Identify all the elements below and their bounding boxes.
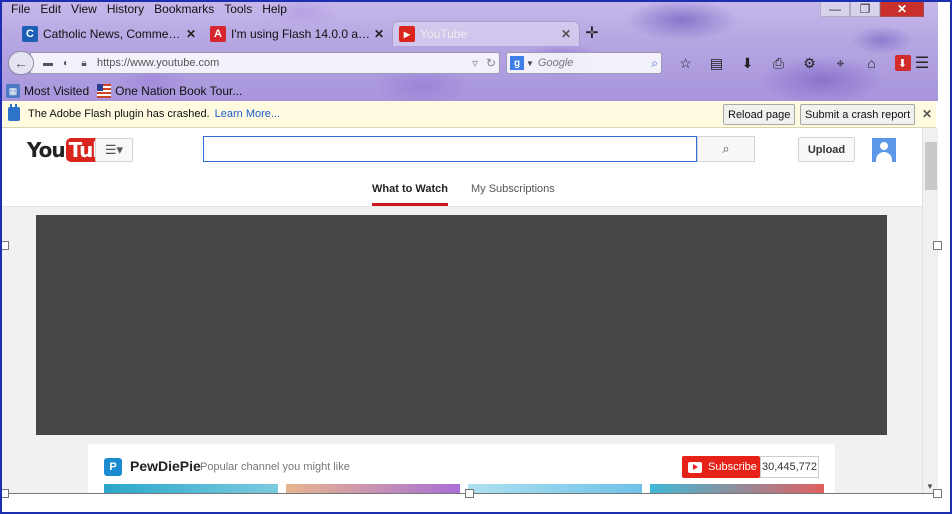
print-icon[interactable]: ⎙ (763, 52, 794, 74)
youtube-tabs: What to Watch My Subscriptions (2, 172, 922, 207)
menu-view[interactable]: View (66, 1, 102, 17)
search-icon: ⌕ (722, 141, 730, 156)
menu-tools[interactable]: Tools (219, 1, 257, 17)
download-icon[interactable]: ⬇ (732, 52, 763, 74)
channel-subtitle: Popular channel you might like (200, 461, 350, 473)
tab-title: Catholic News, Commentary... (43, 26, 184, 41)
close-window-button[interactable]: ✕ (880, 0, 924, 17)
avatar[interactable] (872, 138, 896, 162)
menu-bar: File Edit View History Bookmarks Tools H… (6, 1, 292, 17)
scroll-thumb[interactable] (925, 142, 937, 190)
youtube-page: You Tube ☰▾ ⌕ Upload What to Watch My Su… (2, 128, 922, 494)
youtube-header: You Tube ☰▾ ⌕ Upload (2, 128, 922, 172)
bookmark-label: One Nation Book Tour... (115, 84, 243, 98)
back-arrow-icon: ← (14, 55, 28, 71)
reading-list-icon[interactable]: ▤ (701, 52, 732, 74)
resize-handle[interactable] (465, 489, 474, 498)
window-controls: — ❐ ✕ (820, 0, 924, 17)
notification-message: The Adobe Flash plugin has crashed. (28, 108, 210, 120)
crosshair-icon[interactable]: ⌖ (825, 52, 856, 74)
channel-name[interactable]: PewDiePie (130, 458, 201, 474)
menu-bookmarks[interactable]: Bookmarks (149, 1, 219, 17)
submit-crash-report-button[interactable]: Submit a crash report (800, 104, 916, 125)
menu-file[interactable]: File (6, 1, 35, 17)
resize-handle[interactable] (933, 489, 942, 498)
youtube-search-button[interactable]: ⌕ (697, 136, 755, 162)
reload-icon[interactable]: ↻ (483, 56, 499, 70)
video-player-crashed[interactable] (36, 215, 887, 435)
tab-catholic-news[interactable]: C Catholic News, Commentary... ✕ (16, 21, 204, 46)
maximize-button[interactable]: ❐ (850, 0, 880, 17)
close-icon[interactable]: ✕ (922, 107, 932, 121)
reload-page-button[interactable]: Reload page (723, 104, 796, 125)
tab-strip: C Catholic News, Commentary... ✕ A I'm u… (16, 21, 604, 46)
plugin-icon (8, 104, 20, 121)
menu-help[interactable]: Help (257, 1, 292, 17)
hamburger-menu-icon[interactable]: ☰ (910, 52, 934, 74)
us-flag-icon (97, 84, 112, 98)
close-tab-icon[interactable]: ✕ (559, 27, 573, 41)
chevron-down-icon[interactable]: ▼ (526, 59, 534, 68)
search-magnifier-icon[interactable]: ⌕ (651, 56, 658, 71)
folder-icon[interactable]: ▬ (41, 57, 55, 69)
bookmarks-bar: ▦ Most Visited One Nation Book Tour... (6, 82, 242, 100)
tab-flash-help[interactable]: A I'm using Flash 14.0.0 and ... ✕ (204, 21, 392, 46)
youtube-play-icon (688, 461, 702, 473)
tab-title: I'm using Flash 14.0.0 and ... (231, 26, 372, 41)
navigation-bar: ▬ ◐ 🔒︎ https://www.youtube.com ▿ ↻ ← g ▼… (6, 50, 936, 76)
url-bar[interactable]: ▬ ◐ 🔒︎ https://www.youtube.com ▿ ↻ (30, 52, 500, 74)
minimize-button[interactable]: — (820, 0, 850, 17)
page-scrollbar[interactable]: ▼ (922, 128, 938, 494)
catholic-news-favicon-icon: C (22, 25, 38, 42)
back-button[interactable]: ← (8, 51, 34, 75)
adobe-favicon-icon: A (210, 25, 226, 42)
youtube-search-input[interactable] (203, 136, 697, 162)
logo-you: You (27, 138, 66, 162)
close-tab-icon[interactable]: ✕ (184, 27, 198, 41)
google-search-engine-icon[interactable]: g (510, 56, 524, 70)
url-text[interactable]: https://www.youtube.com (97, 57, 467, 69)
lock-icon[interactable]: 🔒︎ (77, 57, 91, 69)
bookmark-label: Most Visited (24, 84, 90, 98)
resize-handle[interactable] (0, 241, 9, 250)
toolbar-icons: ☆ ▤ ⬇ ⎙ ⚙ ⌖ ⌂ ⬇ (670, 52, 918, 74)
bookmark-most-visited[interactable]: ▦ Most Visited (6, 82, 89, 100)
search-input[interactable]: Google (538, 57, 651, 69)
channel-avatar-icon[interactable]: P (104, 458, 122, 476)
tab-youtube[interactable]: ▶ YouTube ✕ (392, 21, 580, 46)
resize-handle[interactable] (933, 241, 942, 250)
most-visited-icon: ▦ (6, 84, 20, 98)
gear-icon[interactable]: ⚙ (794, 52, 825, 74)
subscriber-count: 30,445,772 (760, 456, 819, 478)
resize-handle[interactable] (0, 489, 9, 498)
plugin-crash-notification: The Adobe Flash plugin has crashed. Lear… (2, 101, 936, 128)
upload-button[interactable]: Upload (798, 137, 855, 162)
search-bar[interactable]: g ▼ Google ⌕ (506, 52, 662, 74)
guide-menu-button[interactable]: ☰▾ (95, 138, 133, 162)
tab-what-to-watch[interactable]: What to Watch (372, 183, 448, 206)
close-tab-icon[interactable]: ✕ (372, 27, 386, 41)
subscribe-button[interactable]: Subscribe (682, 456, 760, 478)
home-icon[interactable]: ⌂ (856, 52, 887, 74)
browser-chrome: File Edit View History Bookmarks Tools H… (2, 0, 938, 101)
new-tab-plus-icon[interactable]: ✛ (580, 21, 604, 45)
youtube-favicon-icon: ▶ (399, 26, 415, 42)
bookmark-star-icon[interactable]: ☆ (670, 52, 701, 74)
menu-icon: ☰▾ (104, 142, 124, 157)
tab-title: YouTube (420, 27, 468, 41)
dropdown-arrow-icon[interactable]: ▿ (467, 56, 483, 70)
learn-more-link[interactable]: Learn More... (215, 108, 280, 120)
shield-icon[interactable]: ◐ (59, 57, 73, 69)
tab-my-subscriptions[interactable]: My Subscriptions (471, 183, 555, 195)
menu-edit[interactable]: Edit (35, 1, 66, 17)
subscribe-label: Subscribe (708, 461, 757, 473)
menu-history[interactable]: History (102, 1, 149, 17)
channel-recommendation: P PewDiePie Popular channel you might li… (88, 444, 835, 494)
bookmark-one-nation[interactable]: One Nation Book Tour... (97, 82, 242, 100)
